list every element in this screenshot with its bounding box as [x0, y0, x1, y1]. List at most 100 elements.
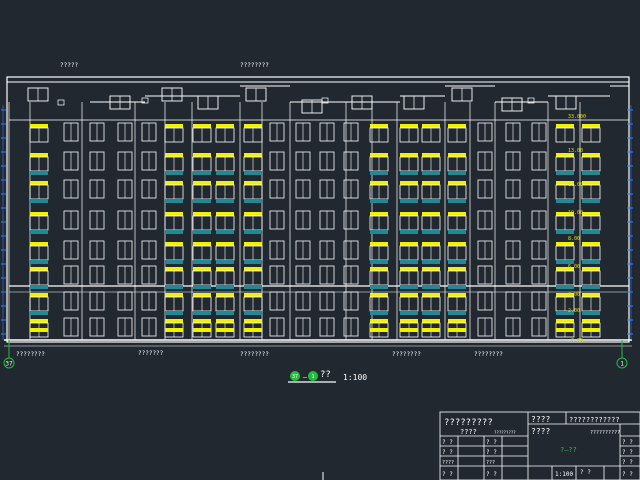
balcony-rail: [216, 267, 234, 271]
balcony-rail: [216, 212, 234, 216]
balcony-rail: [582, 293, 600, 297]
company-name: ????????????: [569, 416, 620, 424]
balcony-rail: [422, 153, 440, 157]
balcony-panel: [370, 230, 388, 234]
drawing-no-1: ????: [531, 415, 550, 424]
balcony-rail: [193, 319, 211, 323]
balcony-rail: [244, 319, 262, 323]
cad-drawing-canvas[interactable]: ????? ???????? ???????? ??????? ????????…: [0, 0, 640, 480]
balcony-panel: [400, 230, 418, 234]
balcony-rail: [422, 181, 440, 185]
elevation-label: 2.00: [568, 308, 580, 314]
balcony-rail: [370, 124, 388, 128]
drawing-no-2: ????: [531, 427, 550, 436]
balcony-rail: [448, 124, 466, 128]
balcony-panel: [582, 260, 600, 264]
balcony-rail: [400, 328, 418, 332]
balcony-panel: [165, 230, 183, 234]
balcony-rail: [216, 124, 234, 128]
balcony-rail: [582, 181, 600, 185]
title-scale: 1:100: [555, 471, 573, 478]
balcony-panel: [448, 199, 466, 203]
balcony-rail: [30, 242, 48, 246]
balcony-rail: [582, 153, 600, 157]
balcony-rail: [216, 319, 234, 323]
balcony-rail: [422, 242, 440, 246]
balcony-panel: [370, 260, 388, 264]
title-sheet: ? ?: [580, 469, 591, 476]
balcony-panel: [30, 199, 48, 203]
title-stamp: ?????????: [494, 430, 516, 435]
title-right-row: ? ?: [622, 439, 633, 446]
balcony-rail: [165, 181, 183, 185]
balcony-rail: [30, 293, 48, 297]
balcony-rail: [193, 124, 211, 128]
view-axis-end: 1: [311, 374, 314, 380]
project-sub: ????: [460, 428, 477, 436]
elevation-label: 33.000: [568, 114, 586, 120]
title-mid-row: ? ?: [486, 439, 497, 446]
balcony-rail: [400, 181, 418, 185]
balcony-panel: [448, 230, 466, 234]
title-left-row: ????: [442, 460, 454, 466]
balcony-rail: [422, 328, 440, 332]
balcony-panel: [244, 260, 262, 264]
elevation-label: 3.00: [568, 292, 580, 298]
balcony-panel: [30, 311, 48, 315]
balcony-rail: [244, 328, 262, 332]
balcony-rail: [448, 267, 466, 271]
balcony-panel: [370, 285, 388, 289]
balcony-rail: [370, 212, 388, 216]
balcony-panel: [193, 311, 211, 315]
balcony-rail: [582, 328, 600, 332]
title-right-row: ? ?: [622, 471, 633, 478]
balcony-panel: [400, 199, 418, 203]
drawing-background: [0, 0, 640, 480]
balcony-rail: [244, 293, 262, 297]
balcony-rail: [400, 319, 418, 323]
balcony-rail: [165, 212, 183, 216]
title-left-row: ? ?: [442, 439, 453, 446]
view-title-text: ??: [320, 370, 331, 380]
balcony-panel: [244, 171, 262, 175]
balcony-panel: [556, 199, 574, 203]
balcony-panel: [400, 311, 418, 315]
view-axis-start: 37: [292, 374, 298, 380]
balcony-rail: [370, 242, 388, 246]
balcony-panel: [165, 199, 183, 203]
balcony-rail: [30, 212, 48, 216]
title-left-row: ? ?: [442, 449, 453, 456]
balcony-rail: [400, 124, 418, 128]
balcony-panel: [165, 285, 183, 289]
balcony-panel: [582, 311, 600, 315]
balcony-panel: [556, 285, 574, 289]
balcony-panel: [216, 230, 234, 234]
balcony-panel: [193, 260, 211, 264]
balcony-rail: [556, 124, 574, 128]
top-center-note: ????????: [240, 62, 269, 69]
balcony-rail: [193, 293, 211, 297]
bottom-note-1: ????????: [16, 351, 45, 358]
balcony-rail: [582, 267, 600, 271]
balcony-rail: [193, 267, 211, 271]
balcony-panel: [370, 171, 388, 175]
balcony-rail: [422, 319, 440, 323]
balcony-rail: [370, 319, 388, 323]
company-sub: ??????????: [590, 430, 620, 436]
balcony-rail: [582, 242, 600, 246]
balcony-panel: [30, 171, 48, 175]
balcony-panel: [370, 311, 388, 315]
balcony-rail: [582, 319, 600, 323]
elevation-label: -0.00: [568, 338, 583, 344]
project-title: ?????????: [444, 418, 493, 428]
balcony-panel: [582, 199, 600, 203]
balcony-rail: [216, 181, 234, 185]
balcony-rail: [244, 212, 262, 216]
balcony-rail: [193, 328, 211, 332]
balcony-rail: [165, 153, 183, 157]
balcony-panel: [244, 311, 262, 315]
balcony-rail: [216, 293, 234, 297]
balcony-panel: [216, 285, 234, 289]
balcony-rail: [165, 124, 183, 128]
balcony-rail: [448, 181, 466, 185]
